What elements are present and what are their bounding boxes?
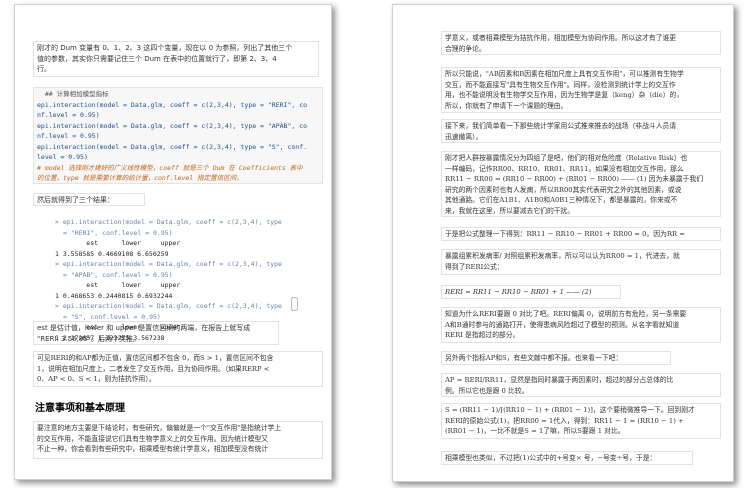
text-line: 0、AP < 0、S < 1，则为拮抗作用）。 <box>37 375 156 383</box>
text-line: RERI的原始公式(1)，把RR00 = 1代入，得到：RR11 − 1 = (… <box>445 416 684 425</box>
text-line: 接下来，我们简单看一下那些统计学家用公式推来推去的战场（非战斗人员请 <box>445 122 677 130</box>
text-line: 不止一种，你会看到有些研究中，相乘模型有统计学意义，相加模型没有统计 <box>37 445 269 453</box>
text-line: 用，也不能说明没有生物学交互作用，因为生物学是复（keng）杂（die）的， <box>445 91 684 99</box>
paragraph: AP = RERI/RR11，显然是指同时暴露于两因素时，超过的部分占总体的比 … <box>441 373 721 397</box>
right-document-page: 学意义，或者相乘模型为拮抗作用，相加模型为协同作用。所以这才有了谁更 合理的争论… <box>392 4 734 482</box>
text-line: 1，说明在相加尺度上，二者发生了交互作用，且为协同作用。（如果RERP < <box>37 364 270 373</box>
text-line: 所以，你就有了申请下一个课题的理由。 <box>445 101 568 110</box>
text-line: "RERI: 3.56,95"。后两个类推。 <box>37 334 140 343</box>
text-line: 一样编码，记作RR00、RR10、RR01、RR11。如果没有相加交互作用，那么 <box>445 164 684 173</box>
notes-paragraph: 要注意的地方主要是下结论时，有些研究，偏偏就是一个"交互作用"是指统计学上 的交… <box>33 421 323 459</box>
output-command: > epi.interaction(model = Data.glm, coef… <box>55 302 282 310</box>
code-line: level = 0.95) <box>37 153 88 161</box>
text-line: 可见RERI的和AP都为正值，置信区间都不包含 0，而S > 1，置信区间不包含 <box>37 354 274 362</box>
paragraph: 所以只能说，"AB因素和B因素在相加尺度上具有交互作用"，可以推测有生物学 交互… <box>441 67 721 113</box>
paragraph: 学意义，或者相乘模型为拮抗作用，相加模型为协同作用。所以这才有了谁更 合理的争论… <box>441 31 721 55</box>
interpretation-paragraph: 可见RERI的和AP都为正值，置信区间都不包含 0，而S > 1，置信区间不包含… <box>33 351 323 387</box>
left-document-page: 刚才的 Dum 变量有 0、1、2、3 这四个变量，现在以 0 为参照，列出了其… <box>14 4 332 480</box>
output-row: 1 3.558585 0.4669108 6.650259 <box>55 249 169 258</box>
paragraph: S = (RR11 − 1)/[(RR10 − 1) + (RR01 − 1)]… <box>441 403 721 439</box>
text-line: 相乘模型也类似，不过把(1)公式中的+号变× 号，−号变÷号，于是： <box>445 454 657 462</box>
text-line: 暴露组累积发病率/ 对照组累积发病率，所以可以认为RR00 = 1，代进去，就 <box>445 252 680 260</box>
code-line: nf.level = 0.95) <box>37 132 100 140</box>
text-line: 刚才把人群按暴露情况分为四组了是吧，他们的相对危险度（Relative Risk… <box>445 154 688 162</box>
results-intro: 然后就得到了三个结果： <box>33 193 145 206</box>
text-line: (RR01 − 1)，一比不就是S = 1了嘛，所以S要跟 1 对比。 <box>445 427 625 435</box>
text-line: 交互，而不能直接写"具有生物交互作用"。同样，没检测到统计学上的交互作 <box>445 80 676 89</box>
code-line: epi.interaction(model = Data.glm, coeff … <box>37 142 308 151</box>
text-line: 迅速撤离）。 <box>445 132 483 141</box>
text-line: S = (RR11 − 1)/[(RR10 − 1) + (RR01 − 1)]… <box>445 406 695 414</box>
text-line: AP = RERI/RR11，显然是指同时暴露于两因素时，超过的部分占总体的比 <box>445 376 674 384</box>
code-line: epi.interaction(model = Data.glm, coeff … <box>37 121 308 130</box>
output-command: > epi.interaction(model = Data.glm, coef… <box>55 260 282 268</box>
text-line: 例。所以它也是跟 0 比较。 <box>445 386 529 395</box>
text-line: 行。 <box>37 65 51 73</box>
text-line: 刚才的 Dum 变量有 0、1、2、3 这四个变量，现在以 0 为参照，列出了其… <box>37 44 293 52</box>
text-line: 值的参数，其实你只需要记住三个 Dum 在表中的位置就行了，即第 2、3、4 <box>37 54 277 63</box>
text-line: 其他通路。它们在A1B1、A1B0和A0B1三种情况下，都是暴露的，你来或不 <box>445 196 678 204</box>
text-line: A和B通时参与的通路打开，使得患病风险超过了模型的预测。从名字看就知道 <box>445 320 680 329</box>
intro-paragraph: 刚才的 Dum 变量有 0、1、2、3 这四个变量，现在以 0 为参照，列出了其… <box>33 41 319 77</box>
code-block: ## 计算相加模型指标 epi.interaction(model = Data… <box>33 87 323 184</box>
section-heading: 注意事项和基本原理 <box>35 403 125 414</box>
text-line: 来，我就在这里，所以要减去它们的干扰。 <box>445 206 575 215</box>
paragraph: 另外两个指标AP和S，有些文献中都不报。也来看一下吧： <box>441 351 671 365</box>
code-line: nf.level = 0.95) <box>37 111 100 119</box>
text-line: 得到了RERI公式： <box>445 262 504 271</box>
code-note: # model 选择刚才建好的广义线性模型，coeff 就是三个 Dum 在 C… <box>37 163 303 172</box>
code-line: epi.interaction(model = Data.glm, coeff … <box>37 100 308 109</box>
text-line: 的交互作用，不能直接说它们具有生物学意义上的交互作用。因为统计模型又 <box>37 434 269 443</box>
paragraph: 知道为什么RERI要跟 0 对比了吧。RERI偏离 0，说明前方有危险，另一条需… <box>441 307 721 343</box>
estimate-paragraph: est 是估计值，lower 和 upper 是置信区间的两端，在报告上就写成 … <box>33 321 279 345</box>
text-line: 要注意的地方主要是下结论时，有些研究，偏偏就是一个"交互作用"是指统计学上 <box>37 424 282 432</box>
paragraph: 于是把公式整理一下得到：RR11 − RR10 − RR01 + RR00 = … <box>441 227 721 241</box>
text-line: 所以只能说，"AB因素和B因素在相加尺度上具有交互作用"，可以推测有生物学 <box>445 70 684 78</box>
text-line: 合理的争论。 <box>445 44 486 53</box>
code-comment: ## 计算相加模型指标 <box>37 90 109 98</box>
output-command: = "RERI", conf.level = 0.95) <box>63 228 173 237</box>
text-line: 于是把公式整理一下得到：RR11 − RR10 − RR01 + RR00 = … <box>445 230 685 238</box>
reri-formula: RERI = RR11 − RR10 − RR01 + 1 —— (2) <box>441 285 621 299</box>
paragraph: 相乘模型也类似，不过把(1)公式中的+号变× 号，−号变÷号，于是： <box>441 451 693 465</box>
scroll-handle[interactable] <box>291 297 298 311</box>
output-header: est lower upper <box>55 281 181 289</box>
text-line: 学意义，或者相乘模型为拮抗作用，相加模型为协同作用。所以这才有了谁更 <box>445 34 677 42</box>
code-note: 的位置，type 就是需要计算的统计量，conf.level 指定置信区间。 <box>37 174 243 182</box>
text-line: RR11 − RR00 = (RR10 − RR00) + (RR01 − RR… <box>445 175 704 183</box>
output-command: > epi.interaction(model = Data.glm, coef… <box>55 218 282 226</box>
text-line: 知道为什么RERI要跟 0 对比了吧。RERI偏离 0，说明前方有危险，另一条需… <box>445 310 687 318</box>
output-header: est lower upper <box>55 239 181 247</box>
text-line: est 是估计值，lower 和 upper 是置信区间的两端，在报告上就写成 <box>37 324 251 332</box>
output-command: = "APAB", conf.level = 0.95) <box>63 270 173 279</box>
paragraph: 接下来，我们简单看一下那些统计学家用公式推来推去的战场（非战斗人员请 迅速撤离）… <box>441 119 721 143</box>
output-row: 1 0.468653 0.2440815 0.6932244 <box>55 291 173 300</box>
paragraph: 刚才把人群按暴露情况分为四组了是吧，他们的相对危险度（Relative Risk… <box>441 151 721 217</box>
text-line: 另外两个指标AP和S，有些文献中都不报。也来看一下吧： <box>445 354 623 362</box>
text-line: 研究的两个因素时也有人发病，所以RR00其实代表研究之外的其他因素，或说 <box>445 185 682 194</box>
text-line: RERI 是指超过的部分。 <box>445 331 520 339</box>
paragraph: 暴露组累积发病率/ 对照组累积发病率，所以可以认为RR00 = 1，代进去，就 … <box>441 249 721 275</box>
